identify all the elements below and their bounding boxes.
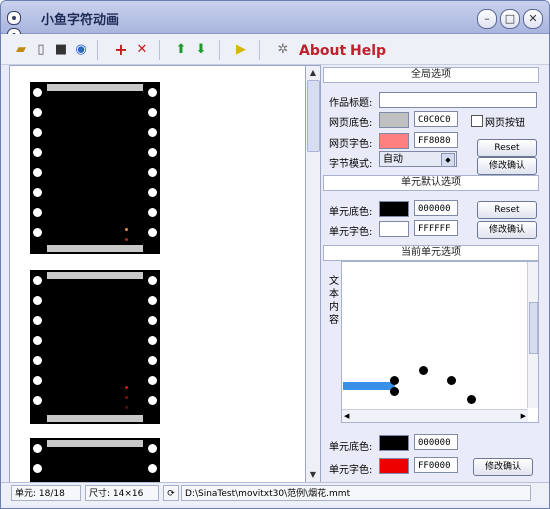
open-folder-icon[interactable]: ▰ [13,42,29,58]
toolbar-separator [97,40,98,60]
toolbar-separator [259,40,260,60]
chevron-down-icon[interactable]: ◆ [441,153,455,167]
toolbar-separator [159,40,160,60]
menu-about[interactable]: About [299,43,346,59]
cell-bg-input[interactable]: 000000 [414,200,458,216]
close-button[interactable]: ✕ [523,9,543,29]
toolbar: ▰ ▯ ■ ◉ + ✕ ⬆ ⬇ ▶ ✲ About Help [1,34,549,65]
global-reset-button[interactable]: Reset [477,139,537,157]
status-cell-count: 单元: 18/18 [11,485,81,501]
text-content-label: 文本内容 [329,276,339,326]
maximize-button[interactable]: □ [500,9,520,29]
page-bg-label: 网页底色: [329,118,373,129]
scroll-down-icon[interactable]: ▼ [307,469,319,481]
scroll-thumb[interactable] [307,80,320,152]
cell-bg-label: 单元底色: [329,207,373,218]
title-bar: 小鱼字符动画 – □ ✕ [1,1,549,42]
refresh-icon[interactable]: ⟳ [163,485,179,501]
page-fg-input[interactable]: FF8080 [414,132,458,148]
menu-help[interactable]: Help [350,43,386,59]
global-confirm-button[interactable]: 修改确认 [477,157,537,175]
delete-icon[interactable]: ✕ [134,42,150,58]
web-button-label: 网页按钮 [485,118,525,129]
page-fg-label: 网页字色: [329,139,373,150]
minimize-button[interactable]: – [477,9,497,29]
cell-bg-swatch[interactable] [379,201,409,217]
scroll-up-icon[interactable]: ▲ [307,67,319,79]
cell-fg-swatch[interactable] [379,221,409,237]
cell-defaults-title: 单元默认选项 [323,175,539,191]
frame-thumbnail[interactable] [30,82,160,254]
move-up-icon[interactable]: ⬆ [173,42,189,58]
status-cell-size: 尺寸: 14×16 [85,485,159,501]
add-icon[interactable]: + [113,42,129,58]
app-window: 小鱼字符动画 – □ ✕ ▰ ▯ ■ ◉ + ✕ ⬆ ⬇ ▶ ✲ About H… [0,0,550,509]
current-fg-label: 单元字色: [329,465,373,476]
cell-confirm-button[interactable]: 修改确认 [477,221,537,239]
play-icon[interactable]: ▶ [233,42,249,58]
status-file-path: D:\SinaTest\movitxt30\范例\烟花.mmt [181,485,531,501]
current-bg-input[interactable]: 000000 [414,434,458,450]
work-title-label: 作品标题: [329,98,373,109]
current-bg-label: 单元底色: [329,442,373,453]
byte-mode-value: 自动 [383,154,403,165]
frame-list-scrollbar[interactable]: ▲ ▼ [305,65,321,483]
settings-icon[interactable]: ✲ [275,42,291,58]
options-panel: 全局选项 作品标题: 网页底色: C0C0C0 网页按钮 网页字色: FF808… [321,65,541,483]
byte-mode-label: 字节模式: [329,159,373,170]
status-bar: 单元: 18/18 尺寸: 14×16 ⟳ D:\SinaTest\movitx… [1,482,549,505]
current-bg-swatch[interactable] [379,435,409,451]
current-fg-swatch[interactable] [379,458,409,474]
page-fg-swatch[interactable] [379,133,409,149]
toolbar-separator [219,40,220,60]
cell-fg-label: 单元字色: [329,227,373,238]
cell-reset-button[interactable]: Reset [477,201,537,219]
app-icon[interactable] [7,11,37,42]
new-file-icon[interactable]: ▯ [33,42,49,58]
save-icon[interactable]: ■ [53,42,69,58]
current-cell-title: 当前单元选项 [323,245,539,261]
current-confirm-button[interactable]: 修改确认 [473,458,533,476]
current-fg-input[interactable]: FF0000 [414,457,458,473]
work-title-input[interactable] [379,92,537,108]
frame-list[interactable] [9,65,307,483]
editor-vscroll[interactable] [527,262,538,408]
move-down-icon[interactable]: ⬇ [193,42,209,58]
page-bg-swatch[interactable] [379,112,409,128]
web-button-checkbox[interactable] [471,115,483,127]
global-options-title: 全局选项 [323,67,539,83]
selection-highlight [343,382,395,390]
byte-mode-select[interactable]: 自动 ◆ [379,151,457,167]
page-bg-input[interactable]: C0C0C0 [414,111,458,127]
web-icon[interactable]: ◉ [73,42,89,58]
text-content-editor[interactable]: ◀ ▶ [341,261,539,423]
editor-hscroll[interactable]: ◀ ▶ [342,409,528,422]
cell-fg-input[interactable]: FFFFFF [414,220,458,236]
window-title: 小鱼字符动画 [41,13,120,28]
frame-thumbnail[interactable] [30,270,160,424]
frame-thumbnail[interactable] [30,438,160,482]
